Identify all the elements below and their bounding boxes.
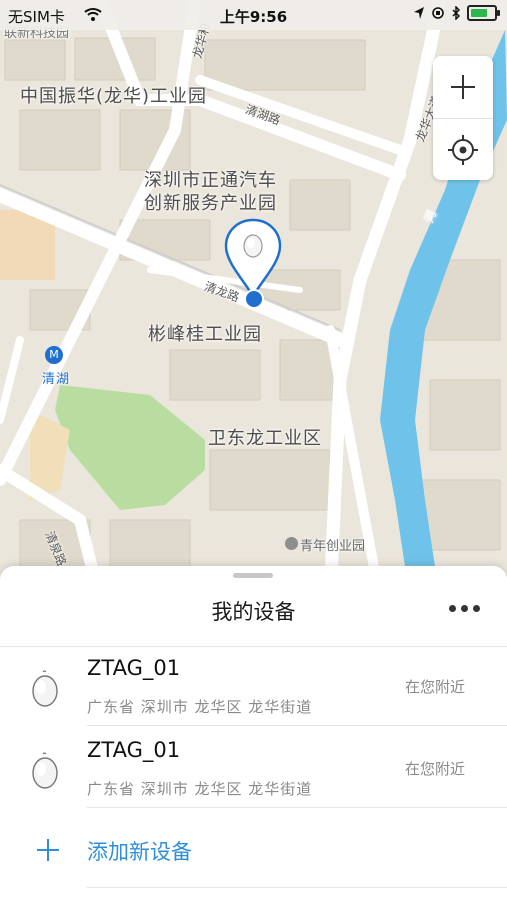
- device-status: 在您附近: [404, 678, 465, 696]
- plus-icon: [37, 839, 59, 861]
- sheet-grabber[interactable]: [233, 573, 273, 578]
- device-name: ZTAG_01: [87, 738, 181, 762]
- tag-device-icon: [32, 752, 58, 789]
- device-list-item[interactable]: ZTAG_01 广东省 深圳市 龙华区 龙华街道 在您附近: [0, 646, 507, 726]
- crosshair-icon: [448, 135, 478, 165]
- pin-marker-icon: [224, 218, 282, 309]
- poi-icon: [285, 537, 298, 550]
- device-location-pin[interactable]: [222, 218, 284, 310]
- row-divider: [87, 725, 507, 726]
- row-divider: [87, 887, 507, 888]
- map-label-zhengtong-2: 创新服务产业园: [144, 193, 277, 214]
- add-device-label: 添加新设备: [87, 840, 192, 864]
- zoom-in-button[interactable]: [433, 56, 493, 118]
- device-sheet: 我的设备 ZTAG_01 广东省 深圳市 龙华区 龙华街道 在您附近 ZTAG_…: [0, 566, 507, 900]
- status-bar: 无SIM卡 上午9:56: [0, 0, 507, 30]
- map-label-weidonglong: 卫东龙工业区: [208, 428, 322, 449]
- device-location: 广东省 深圳市 龙华区 龙华街道: [87, 780, 313, 798]
- map-label-qingnian: 青年创业园: [300, 539, 366, 554]
- more-button[interactable]: [449, 598, 483, 618]
- map-label-qinghu-station: 清湖: [42, 372, 71, 387]
- map-view[interactable]: 联新科技园 龙华和 中国振华(龙华)工业园 清湖路 龙华大道 深圳市正通汽车 创…: [0, 0, 507, 600]
- sheet-title: 我的设备: [211, 600, 296, 624]
- metro-icon: M: [45, 346, 63, 364]
- map-label-shanfenggui: 彬峰桂工业园: [148, 324, 262, 345]
- device-status: 在您附近: [404, 760, 465, 778]
- device-location: 广东省 深圳市 龙华区 龙华街道: [87, 698, 313, 716]
- location-arrow-icon: [414, 7, 424, 19]
- row-divider: [87, 807, 507, 808]
- bluetooth-icon: [452, 6, 461, 20]
- map-controls: [433, 56, 493, 180]
- battery-icon: [467, 5, 500, 21]
- more-dot: [461, 604, 468, 612]
- orientation-lock-icon: [432, 7, 444, 19]
- device-name: ZTAG_01: [87, 656, 181, 680]
- tag-device-icon: [32, 670, 58, 707]
- locate-me-button[interactable]: [433, 118, 493, 181]
- device-list-item[interactable]: ZTAG_01 广东省 深圳市 龙华区 龙华街道 在您附近: [0, 728, 507, 808]
- more-dot: [473, 604, 480, 612]
- map-label-zhenhua: 中国振华(龙华)工业园: [20, 86, 208, 107]
- plus-icon: [451, 75, 475, 99]
- add-device-button[interactable]: 添加新设备: [0, 810, 507, 888]
- more-dots-icon: [449, 604, 456, 612]
